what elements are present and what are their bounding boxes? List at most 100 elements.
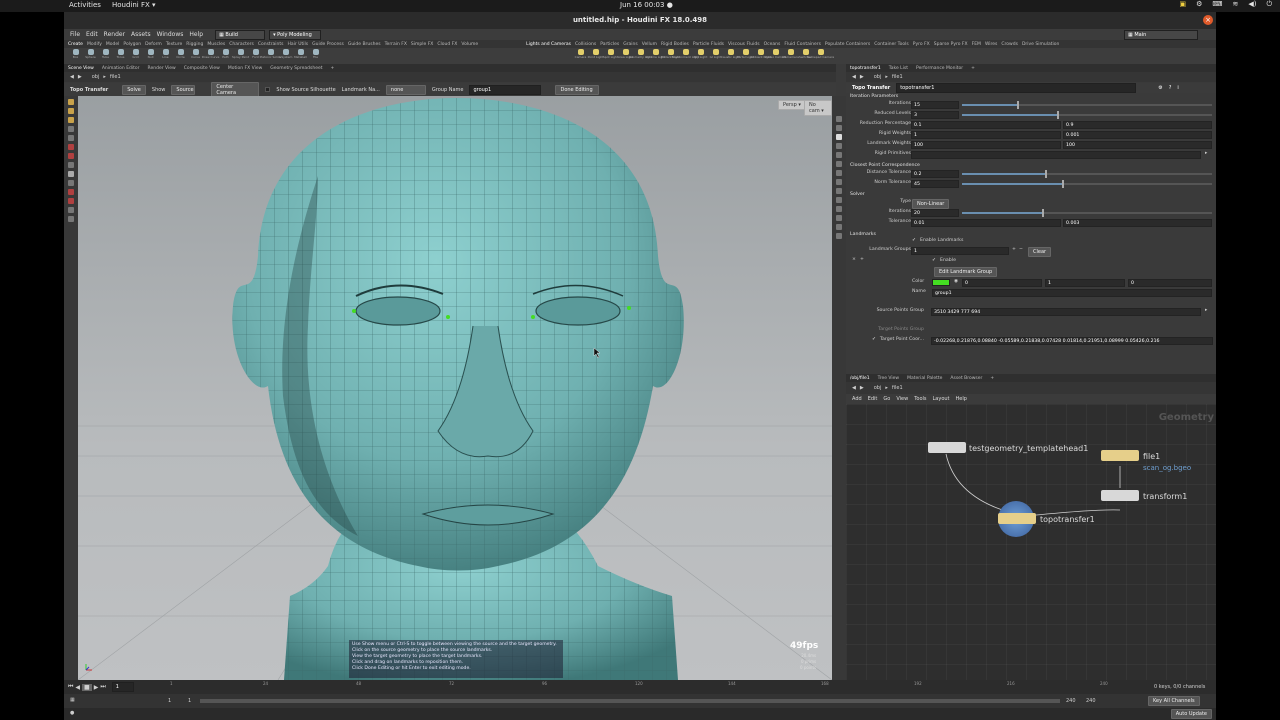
view-tool-icon[interactable] — [68, 153, 74, 159]
tab-geometry-spreadsheet[interactable]: Geometry Spreadsheet — [270, 66, 322, 71]
move-tool-icon[interactable] — [68, 108, 74, 114]
lighting-icon[interactable] — [836, 152, 842, 158]
shelf-tool-button[interactable]: Curve — [190, 49, 201, 63]
reduction-min-field[interactable]: 0.1 — [911, 121, 1061, 129]
path-file1[interactable]: file1 — [892, 385, 903, 391]
net-menu-add[interactable]: Add — [852, 396, 862, 402]
shelf-tab[interactable]: Rigging — [186, 42, 203, 47]
app-menu-button[interactable]: Houdini FX ▾ — [112, 1, 156, 9]
shelf-tab[interactable]: Container Tools — [874, 42, 909, 47]
add-tab-icon[interactable]: + — [331, 66, 335, 71]
camera-menu[interactable]: No cam ▾ — [804, 100, 832, 116]
rigid-primitives-field[interactable] — [911, 151, 1201, 159]
visibility-icon[interactable] — [68, 180, 74, 186]
shelf-tab[interactable]: Sparse Pyro FX — [934, 42, 968, 47]
network-editor[interactable]: Geometry testgeometry_templatehead1 file… — [846, 404, 1216, 680]
shelf-tab[interactable]: Model — [106, 42, 120, 47]
shelf-tab[interactable]: Particles — [600, 42, 619, 47]
shelf-tab[interactable]: Drive Simulation — [1022, 42, 1059, 47]
shelf-set-select[interactable]: ▾ Poly Modeling — [269, 29, 322, 40]
persp-menu[interactable]: Persp ▾ — [778, 100, 806, 110]
activities-button[interactable]: Activities — [69, 1, 101, 9]
tab-render-view[interactable]: Render View — [148, 66, 176, 71]
end-frame[interactable]: 240 — [1066, 698, 1076, 704]
tab-network-view[interactable]: /obj/file1 — [850, 376, 870, 381]
shelf-tab[interactable]: Lights and Cameras — [526, 42, 571, 47]
color-picker-icon[interactable]: ◉ — [954, 279, 958, 284]
tolerance-field2[interactable]: 0.003 — [1063, 219, 1212, 227]
info-icon[interactable]: i — [1177, 85, 1178, 91]
keyboard-icon[interactable]: ⌨ — [1212, 0, 1222, 9]
shelf-tool-button[interactable]: Grid — [130, 49, 141, 63]
add-group-icon[interactable]: + — [1012, 247, 1016, 252]
enable-landmarks-checkbox[interactable]: ✓ — [912, 238, 916, 243]
shelf-tool-button[interactable]: Box — [70, 49, 81, 63]
shelf-tab[interactable]: Create — [68, 42, 83, 47]
shelf-tool-button[interactable]: VR Camera — [782, 49, 799, 63]
done-editing-button[interactable]: Done Editing — [555, 84, 600, 95]
node-transform[interactable] — [1101, 490, 1139, 501]
shelf-tab[interactable]: Populate Containers — [825, 42, 870, 47]
shelf-tab[interactable]: Deform — [145, 42, 162, 47]
key-all-channels-button[interactable]: Key All Channels — [1148, 696, 1200, 706]
timeline-ruler[interactable]: 1 24 48 72 96 120 144 168 192 216 240 — [170, 680, 1110, 694]
reduced-levels-slider[interactable] — [962, 111, 1212, 119]
grid-icon[interactable] — [836, 206, 842, 212]
shelf-tool-button[interactable]: Spray Paint — [232, 49, 249, 63]
shelf-tool-button[interactable]: Platonic Solids — [260, 49, 281, 63]
landmark-groups-field[interactable]: 1 — [911, 247, 1009, 255]
backface-icon[interactable] — [836, 161, 842, 167]
shelf-tab[interactable]: Volume — [461, 42, 478, 47]
rotate-tool-icon[interactable] — [68, 117, 74, 123]
iterations-slider[interactable] — [962, 101, 1212, 109]
display-toggle-icon[interactable] — [836, 116, 842, 122]
tab-motion-fx-view[interactable]: Motion FX View — [228, 66, 262, 71]
display-options-icon[interactable] — [68, 216, 74, 222]
auto-update-button[interactable]: Auto Update — [1170, 709, 1212, 719]
shelf-tool-button[interactable]: Torus — [115, 49, 126, 63]
help-icon[interactable]: ? — [1169, 85, 1172, 91]
shelf-tool-button[interactable]: Caustic Light — [721, 49, 740, 63]
back-icon[interactable]: ◀ — [70, 74, 74, 80]
reduction-max-field[interactable]: 0.9 — [1063, 121, 1212, 129]
shelf-tool-button[interactable]: Line — [160, 49, 171, 63]
shelf-tab[interactable]: Crowds — [1001, 42, 1018, 47]
workspace-select[interactable]: ▦ Main — [1124, 29, 1198, 40]
viewport-scene[interactable] — [78, 96, 832, 680]
color-g-field[interactable]: 1 — [1045, 279, 1125, 287]
shelf-tab[interactable]: Characters — [229, 42, 254, 47]
play-icon[interactable]: ▶ — [94, 684, 99, 691]
back-icon[interactable]: ◀ — [852, 385, 856, 391]
shelf-tool-button[interactable]: Metaball — [294, 49, 307, 63]
path-obj[interactable]: obj — [92, 74, 100, 80]
landmark-point[interactable] — [531, 315, 535, 319]
volume-icon[interactable]: ◀) — [1248, 0, 1256, 9]
landmark-name-select[interactable]: none — [385, 84, 426, 95]
rigid-weights-field[interactable]: 1 — [911, 131, 1061, 139]
wifi-icon[interactable]: ≋ — [1232, 0, 1238, 9]
menu-assets[interactable]: Assets — [131, 31, 151, 38]
landmark-point[interactable] — [446, 315, 450, 319]
snapshot-icon[interactable] — [836, 224, 842, 230]
shelf-tab[interactable]: Guide Process — [312, 42, 344, 47]
stop-icon[interactable]: ■ — [82, 683, 92, 691]
points-icon[interactable] — [836, 179, 842, 185]
shelf-tab[interactable]: Guide Brushes — [348, 42, 381, 47]
shelf-tab[interactable]: Cloud FX — [437, 42, 457, 47]
gear-icon[interactable]: ⚙ — [1158, 85, 1162, 91]
shelf-tool-button[interactable]: Sphere — [85, 49, 96, 63]
end-frame-2[interactable]: 240 — [1086, 698, 1096, 704]
rigid-weights-field2[interactable]: 0.001 — [1063, 131, 1212, 139]
tab-material-palette[interactable]: Material Palette — [907, 376, 942, 381]
net-menu-view[interactable]: View — [896, 396, 908, 402]
menu-windows[interactable]: Windows — [157, 31, 184, 38]
shelf-tool-button[interactable]: Point Light — [588, 49, 603, 63]
ghost-icon[interactable] — [836, 197, 842, 203]
source-points-group-field[interactable]: 3510 3429 777 694 — [931, 308, 1201, 316]
start-frame[interactable]: 1 — [168, 698, 171, 704]
display-toggle-icon[interactable] — [836, 125, 842, 131]
tab-tree-view[interactable]: Tree View — [878, 376, 900, 381]
tab-scene-view[interactable]: Scene View — [68, 66, 94, 71]
shelf-tool-button[interactable]: Stereo Camera — [764, 49, 787, 63]
shelf-tab[interactable]: Grains — [623, 42, 638, 47]
